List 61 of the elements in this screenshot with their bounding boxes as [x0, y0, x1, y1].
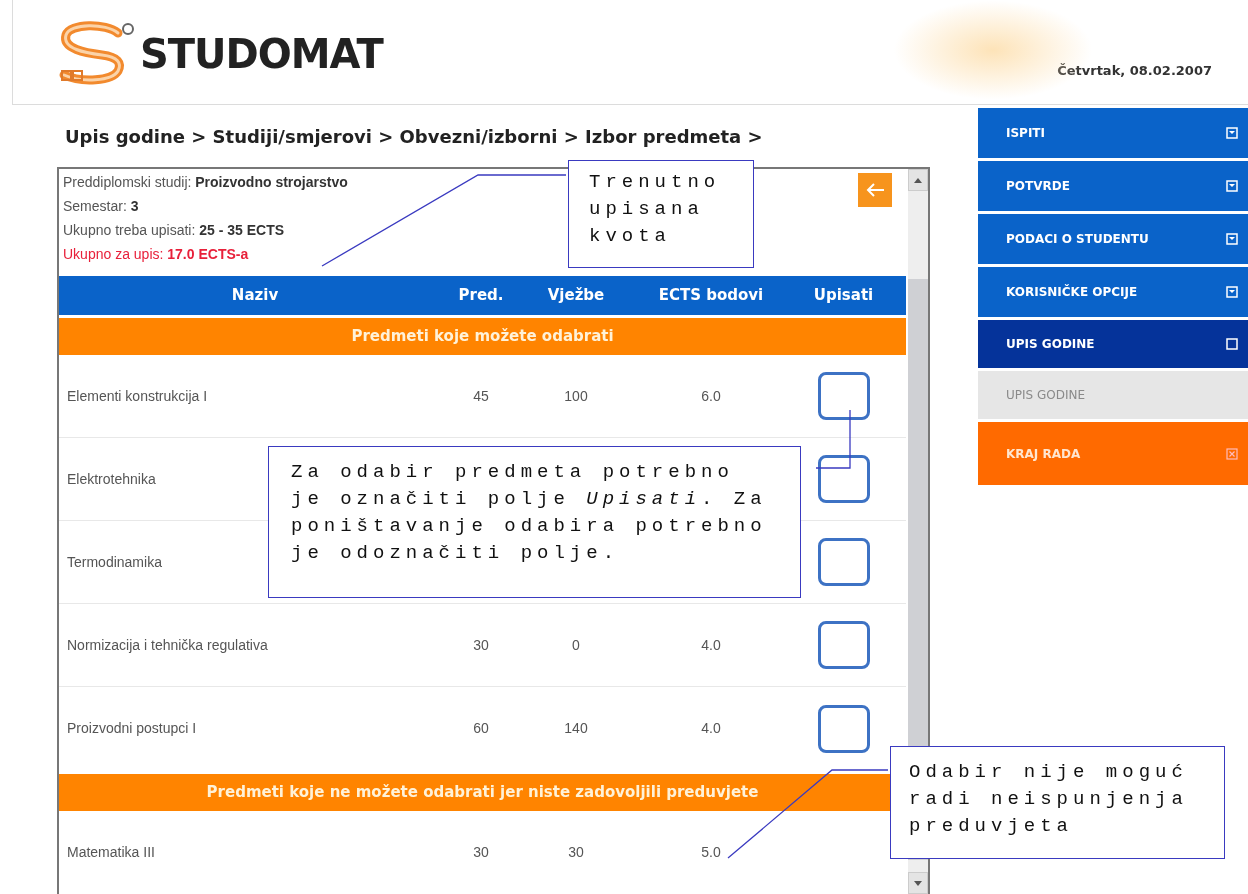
square-icon	[1226, 338, 1238, 350]
checkbox[interactable]	[817, 621, 870, 669]
close-icon	[1226, 447, 1238, 460]
table-cell-text: 0	[572, 635, 580, 655]
callout-text: je označiti polje Upisati. Za	[291, 487, 768, 512]
callout-text: je odoznačiti polje.	[291, 541, 621, 566]
table-cell-text: 140	[564, 719, 588, 738]
chevron-box-icon	[1226, 127, 1238, 139]
callout-text: poništavanje odabira potrebno	[291, 514, 768, 539]
table-cell-text: 4.0	[701, 719, 721, 738]
checkbox[interactable]	[817, 372, 870, 420]
table-cell-text: 30	[568, 843, 584, 862]
menu-item[interactable]: POTVRDE	[978, 161, 1248, 211]
callout-text: Odabir nije moguć	[909, 760, 1189, 785]
chevron-box-icon	[1226, 286, 1238, 298]
course-name: Proizvodni postupci I	[67, 719, 197, 738]
menu-item[interactable]: ISPITI	[978, 108, 1248, 158]
menu-item[interactable]: KORISNIČKE OPCIJE	[978, 267, 1248, 317]
table-cell-text: 100	[564, 386, 588, 406]
callout-text: kvota	[589, 224, 672, 249]
table-cell-text: 30	[473, 635, 489, 655]
info-line: Semestar: 3	[63, 197, 140, 216]
info-line: Preddiplomski studij: Proizvodno strojarstvo	[63, 173, 348, 192]
course-name: Elektrotehnika	[67, 469, 156, 489]
table-cell-text: 60	[473, 719, 489, 738]
course-name: Normizacija i tehnička regulativa	[67, 635, 268, 655]
table-cell-text: 4.0	[701, 635, 721, 655]
column-header: Vježbe	[547, 285, 605, 307]
callout-text: Trenutno	[589, 170, 722, 195]
date-text: Četvrtak, 08.02.2007	[1057, 62, 1212, 81]
menu-item[interactable]: PODACI O STUDENTU	[978, 214, 1248, 264]
column-header: Pred.	[458, 285, 504, 307]
callout-text: Za odabir predmeta potrebno	[291, 460, 735, 485]
column-header: Upisati	[813, 285, 874, 307]
table-cell-text: 45	[473, 386, 489, 406]
course-name: Elementi konstrukcija I	[67, 386, 208, 406]
course-name: Matematika III	[67, 843, 155, 862]
table-cell-text: 5.0	[701, 843, 721, 862]
arrow-left-icon	[865, 182, 885, 198]
callout-text: upisana	[589, 197, 705, 222]
checkbox[interactable]	[817, 704, 870, 753]
down-arrow-icon	[914, 880, 922, 886]
column-header: ECTS bodovi	[658, 285, 764, 307]
breadcrumb: Upis godine > Studiji/smjerovi > Obvezni/izborni > Izbor predmeta >	[65, 124, 763, 149]
column-header: Naziv	[231, 285, 279, 307]
menu-item[interactable]: UPIS GODINE	[978, 320, 1248, 368]
course-name: Termodinamika	[67, 552, 162, 572]
table-cell-text: 30	[473, 843, 489, 862]
callout-text: radi neispunjenja	[909, 787, 1189, 812]
table-cell-text: 6.0	[701, 386, 721, 406]
callout-text: preduvjeta	[909, 814, 1075, 839]
up-arrow-icon	[914, 177, 922, 183]
info-line: Ukupno treba upisati: 25 - 35 ECTS	[63, 221, 286, 240]
chevron-box-icon	[1226, 180, 1238, 192]
section-header: Predmeti koje možete odabrati	[59, 318, 906, 355]
checkbox[interactable]	[817, 538, 870, 586]
checkbox[interactable]	[817, 455, 870, 503]
logo-text: STUDOMAT	[140, 34, 383, 74]
info-line: Ukupno za upis: 17.0 ECTS-a	[63, 245, 250, 264]
chevron-box-icon	[1226, 233, 1238, 245]
leader-line	[815, 409, 851, 469]
